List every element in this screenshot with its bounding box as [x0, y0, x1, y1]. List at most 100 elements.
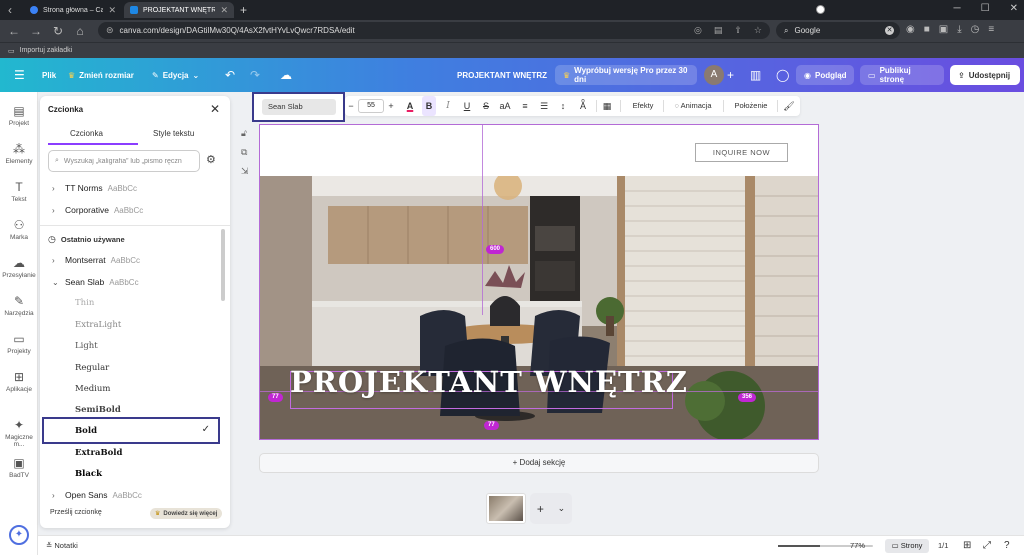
edit-mode-button[interactable]: ✎ Edycja ⌄ — [152, 58, 199, 92]
file-menu[interactable]: Plik — [42, 58, 56, 92]
duplicate-icon[interactable]: ⧉ — [241, 147, 247, 158]
rail-item-elements[interactable]: ⁂ Elementy — [0, 142, 38, 165]
weight-bold-selected[interactable]: ✓ — [42, 417, 220, 444]
share-button[interactable]: ⇪ Udostępnij — [950, 65, 1020, 85]
close-icon[interactable]: ✕ — [210, 102, 220, 116]
weight-extralight[interactable]: ExtraLight — [75, 320, 121, 330]
tab-text-styles[interactable]: Style tekstu — [153, 129, 194, 138]
rail-item-magic-media[interactable]: ✦ Magiczne m... — [0, 418, 38, 448]
maximize-icon[interactable]: ☐ — [981, 3, 990, 14]
browser-search-box[interactable]: ⌕ Google ✕ — [776, 22, 900, 39]
weight-extrabold[interactable]: ExtraBold — [75, 448, 123, 458]
browser-tab-design[interactable]: PROJEKTANT WNĘTRZ – ✕ — [124, 2, 234, 18]
redo-icon[interactable]: ↷ — [250, 58, 260, 92]
new-tab-icon[interactable]: + — [240, 3, 247, 17]
grid-view-icon[interactable]: ⊞ — [963, 536, 971, 555]
history-icon[interactable]: ◷ — [971, 24, 980, 35]
font-item-montserrat[interactable]: › Montserrat AaBbCc — [52, 255, 140, 265]
underline-button[interactable]: U — [461, 96, 473, 116]
chevron-right-icon[interactable]: › — [52, 256, 60, 265]
home-icon[interactable]: ⌂ — [70, 24, 90, 38]
cloud-saved-icon[interactable]: ☁ — [280, 58, 292, 92]
help-icon[interactable]: ? — [1004, 536, 1010, 555]
menu-hamburger-icon[interactable]: ☰ — [14, 58, 25, 92]
forward-arrow-icon[interactable]: → — [26, 24, 46, 38]
zoom-slider-knob[interactable] — [815, 5, 825, 14]
close-tab-icon[interactable]: ✕ — [108, 5, 116, 16]
chevron-right-icon[interactable]: › — [52, 206, 60, 215]
comment-icon[interactable]: ◯ — [776, 58, 789, 92]
share-page-icon[interactable]: ⇪ — [734, 25, 742, 36]
add-collaborator-icon[interactable]: + — [727, 58, 734, 92]
font-search-input[interactable]: ⌕ Wyszukaj „kaligrafia” lub „pismo ręczn — [48, 150, 200, 172]
undo-icon[interactable]: ↶ — [225, 58, 235, 92]
hero-heading-text[interactable]: PROJEKTANT WNĘTRZ — [290, 365, 688, 399]
weight-semibold[interactable]: SemiBold — [75, 405, 121, 415]
notes-button[interactable]: ≚ Notatki — [46, 536, 78, 555]
add-section-button[interactable]: + Dodaj sekcję — [259, 453, 819, 473]
add-page-icon[interactable]: ⇲ — [241, 166, 249, 177]
camera-icon[interactable]: ◉ — [906, 24, 915, 35]
upload-font-link[interactable]: Prześlij czcionkę — [50, 509, 102, 516]
zoom-level[interactable]: 77% — [850, 536, 865, 555]
bold-button[interactable]: B — [422, 96, 436, 116]
tab-font[interactable]: Czcionka — [70, 129, 103, 138]
close-window-icon[interactable]: ✕ — [1010, 3, 1018, 14]
add-page-control[interactable]: + ⌄ — [530, 493, 572, 524]
reload-icon[interactable]: ↻ — [48, 24, 68, 38]
weight-thin[interactable]: Thin — [75, 298, 94, 308]
minimize-icon[interactable]: ─ — [954, 3, 961, 14]
font-size-input[interactable]: 55 — [358, 99, 384, 113]
document-title[interactable]: PROJEKTANT WNĘTRZ — [457, 58, 547, 92]
reader-icon[interactable]: ▤ — [714, 25, 723, 36]
text-effects-icon[interactable]: Aͦ — [577, 96, 589, 116]
list-icon[interactable]: ☰ — [538, 96, 550, 116]
spacing-icon[interactable]: ↕ — [557, 96, 569, 116]
address-bar[interactable]: ⊜ canva.com/design/DAGtilMw30Q/4AsX2fvtH… — [98, 22, 770, 39]
import-bookmarks-link[interactable]: Importuj zakładki — [20, 47, 73, 54]
font-family-dropdown[interactable]: Sean Slab — [252, 92, 345, 122]
weight-medium[interactable]: Medium — [75, 384, 110, 394]
page-thumbnail[interactable] — [486, 493, 526, 524]
cast-icon[interactable]: ◎ — [694, 25, 702, 36]
pro-trial-button[interactable]: ♛ Wypróbuj wersję Pro przez 30 dni — [555, 65, 697, 85]
back-arrow-icon[interactable]: ← — [4, 24, 24, 38]
increase-size-icon[interactable]: + — [386, 96, 396, 116]
text-color-icon[interactable]: A — [403, 96, 417, 116]
weight-black[interactable]: Black — [75, 469, 102, 479]
wallet-icon[interactable]: ▣ — [939, 24, 948, 35]
copy-style-paint-roller-icon[interactable]: 🖌 — [782, 96, 796, 116]
font-item-corporative[interactable]: › Corporative AaBbCc — [52, 205, 143, 215]
chevron-down-icon[interactable]: ⌄ — [558, 503, 566, 514]
browser-tab-home[interactable]: Strona główna – Canva ✕ — [24, 2, 122, 18]
menu-icon[interactable]: ≡ — [988, 24, 994, 35]
filter-sliders-icon[interactable]: ⚙ — [206, 153, 216, 166]
pages-view-button[interactable]: ▭ Strony — [885, 539, 929, 553]
site-info-icon[interactable]: ⊜ — [106, 25, 114, 36]
position-button[interactable]: Położenie — [729, 96, 773, 116]
chevron-right-icon[interactable]: › — [52, 491, 60, 500]
chevron-right-icon[interactable]: › — [52, 184, 60, 193]
publish-site-button[interactable]: ▭ Publikuj stronę — [860, 65, 944, 85]
preview-button[interactable]: ◉ Podgląd — [796, 65, 854, 85]
italic-button[interactable]: I — [442, 96, 454, 116]
rail-item-projects[interactable]: ▭ Projekty — [0, 332, 38, 355]
extension-icon[interactable]: ■ — [924, 24, 930, 35]
rail-item-design[interactable]: ▤ Projekt — [0, 104, 38, 127]
strikethrough-button[interactable]: S — [480, 96, 492, 116]
user-avatar[interactable]: A — [704, 65, 724, 85]
rail-item-brand[interactable]: ⚇ Marka — [0, 218, 38, 241]
weight-regular[interactable]: Regular — [75, 363, 109, 373]
plus-icon[interactable]: + — [537, 502, 544, 516]
letter-case-button[interactable]: aA — [498, 96, 512, 116]
close-tab-icon[interactable]: ✕ — [220, 5, 228, 16]
transparency-checker-icon[interactable]: ▦ — [601, 96, 613, 116]
font-item-open-sans[interactable]: › Open Sans AaBbCc — [52, 490, 142, 500]
rail-item-uploads[interactable]: ☁ Przesyłanie — [0, 256, 38, 279]
panel-scrollbar[interactable] — [221, 229, 225, 301]
rail-item-tools[interactable]: ✎ Narzędzia — [0, 294, 38, 317]
rail-item-text[interactable]: T Tekst — [0, 180, 38, 203]
rail-item-apps[interactable]: ⊞ Aplikacje — [0, 370, 38, 393]
rail-item-badtv[interactable]: ▣ BadTV — [0, 456, 38, 479]
magic-assistant-icon[interactable]: ✦ — [9, 525, 29, 545]
